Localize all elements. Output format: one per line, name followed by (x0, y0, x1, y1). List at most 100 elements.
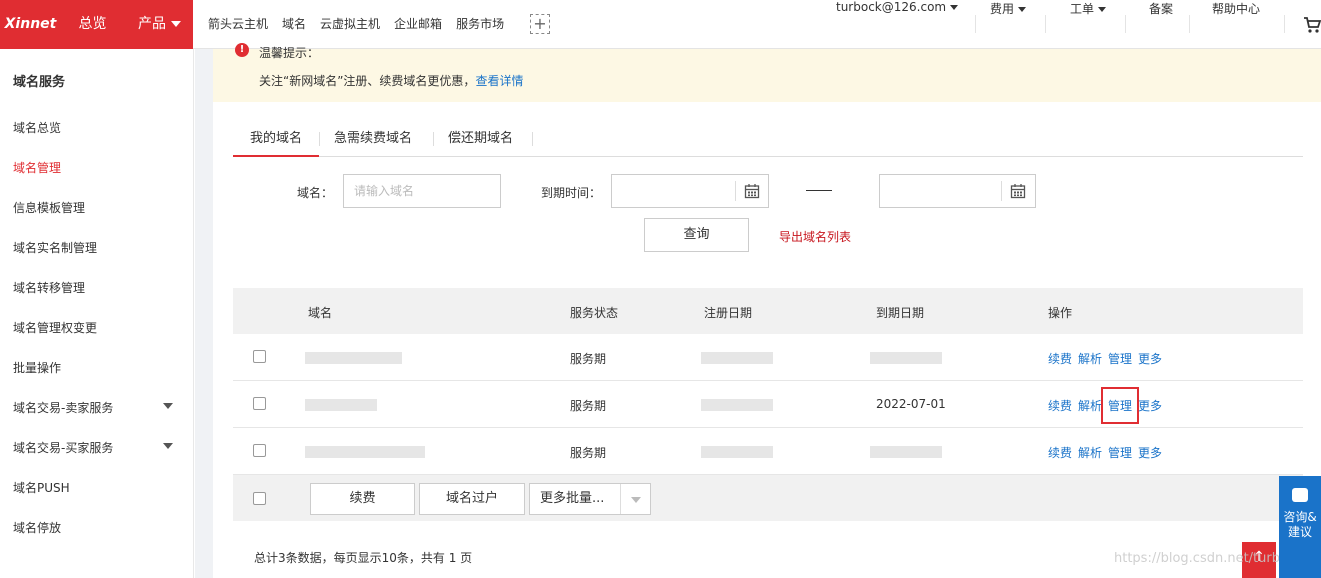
redacted-domain (305, 399, 377, 411)
divider (1045, 15, 1046, 33)
calendar-icon[interactable] (744, 183, 760, 199)
toplink-virtual-host[interactable]: 云虚拟主机 (320, 17, 380, 31)
nav-products-menu[interactable]: 产品 (124, 0, 193, 49)
sidebar-title: 域名服务 (13, 75, 66, 90)
bulk-actions-bar: 续费 域名过户 更多批量... (233, 475, 1303, 521)
more-link[interactable]: 更多 (1138, 350, 1162, 367)
dns-link[interactable]: 解析 (1078, 350, 1102, 367)
sidebar-item-domain-overview[interactable]: 域名总览 (13, 119, 183, 136)
chevron-down-icon (163, 403, 173, 409)
sidebar-item-transfer[interactable]: 域名转移管理 (13, 279, 183, 296)
nav-overview[interactable]: 总览 (61, 0, 124, 49)
tip-text: 关注“新网域名”注册、续费域名更优惠，查看详情 (259, 72, 523, 89)
dropdown-toggle[interactable] (620, 484, 650, 514)
watermark: https://blog.csdn.net/turbock (1114, 551, 1303, 566)
divider (532, 132, 533, 146)
tip-banner: ! 温馨提示： 关注“新网域名”注册、续费域名更优惠，查看详情 (213, 43, 1321, 102)
toplink-market[interactable]: 服务市场 (456, 17, 504, 31)
fees-menu[interactable]: 费用 (990, 0, 1027, 49)
divider (1125, 15, 1126, 33)
highlight-box (1101, 387, 1139, 424)
bulk-transfer-button[interactable]: 域名过户 (419, 483, 525, 515)
chevron-down-icon (950, 5, 959, 10)
chat-icon (1292, 488, 1308, 502)
warning-icon: ! (235, 43, 249, 57)
domain-search-input[interactable]: 请输入域名 (343, 174, 501, 208)
dns-link[interactable]: 解析 (1078, 397, 1102, 414)
help-center-link[interactable]: 帮助中心 (1212, 0, 1260, 49)
account-email: turbock@126.com (836, 0, 947, 14)
renew-link[interactable]: 续费 (1048, 397, 1072, 414)
column-header-reg-date: 注册日期 (704, 306, 753, 320)
divider (319, 132, 320, 146)
redacted-domain (305, 352, 402, 364)
sidebar-item-domain-management[interactable]: 域名管理 (13, 159, 183, 176)
redacted-domain (305, 446, 425, 458)
sidebar-item-real-name[interactable]: 域名实名制管理 (13, 239, 183, 256)
tab-renew-urgent[interactable]: 急需续费域名 (334, 122, 412, 157)
chevron-down-icon (631, 497, 641, 503)
top-navbar: Xinnet 总览 产品 箭头云主机 域名 云虚拟主机 企业邮箱 服务市场 + turb… (0, 0, 1321, 49)
divider (735, 181, 736, 201)
consult-feedback-button[interactable]: 咨询&建议 (1279, 476, 1321, 578)
expire-end-date-input[interactable] (879, 174, 1036, 208)
row-checkbox[interactable] (253, 397, 266, 410)
bulk-renew-button[interactable]: 续费 (310, 483, 415, 515)
more-link[interactable]: 更多 (1138, 444, 1162, 461)
row-status: 服务期 (570, 352, 607, 366)
column-header-actions: 操作 (1048, 306, 1073, 320)
account-menu[interactable]: turbock@126.com (836, 0, 959, 49)
table-row: 服务期 2022-07-01 续费 解析 管理 更多 (233, 381, 1303, 428)
export-domain-list-link[interactable]: 导出域名列表 (779, 228, 851, 245)
expire-start-date-input[interactable] (611, 174, 769, 208)
cart-icon[interactable] (1303, 16, 1321, 34)
row-checkbox[interactable] (253, 444, 266, 457)
toplink-cloud-host[interactable]: 箭头云主机 (208, 17, 268, 31)
more-bulk-dropdown[interactable]: 更多批量... (529, 483, 651, 515)
domain-filter-label: 域名： (297, 186, 334, 200)
toplink-email[interactable]: 企业邮箱 (394, 17, 442, 31)
pagination-summary: 总计3条数据，每页显示10条，共有 1 页 (254, 551, 473, 565)
expire-filter-label: 到期时间： (541, 186, 602, 200)
manage-link[interactable]: 管理 (1108, 350, 1132, 367)
manage-link[interactable]: 管理 (1108, 444, 1132, 461)
sidebar-item-info-templates[interactable]: 信息模板管理 (13, 199, 183, 216)
table-row: 服务期 续费 解析 管理 更多 (233, 428, 1303, 475)
sidebar-item-seller[interactable]: 域名交易-卖家服务 (13, 399, 183, 416)
row-status: 服务期 (570, 399, 607, 413)
sidebar-item-label: 域名交易-卖家服务 (13, 401, 114, 415)
more-link[interactable]: 更多 (1138, 397, 1162, 414)
brand-logo[interactable]: Xinnet (0, 0, 61, 49)
sidebar-item-buyer[interactable]: 域名交易-买家服务 (13, 439, 183, 456)
tip-title: 温馨提示： (259, 46, 320, 60)
more-bulk-label: 更多批量... (540, 491, 605, 506)
filing-link[interactable]: 备案 (1149, 0, 1173, 49)
redacted-reg-date (701, 399, 773, 411)
content-gutter (195, 49, 213, 578)
chevron-down-icon (171, 21, 181, 27)
add-shortcut-button[interactable]: + (530, 14, 550, 34)
sidebar-item-push[interactable]: 域名PUSH (13, 479, 183, 496)
sidebar-item-ownership-change[interactable]: 域名管理权变更 (13, 319, 183, 336)
view-details-link[interactable]: 查看详情 (475, 74, 523, 88)
column-header-domain: 域名 (308, 306, 333, 320)
renew-link[interactable]: 续费 (1048, 444, 1072, 461)
toplink-domain[interactable]: 域名 (282, 17, 306, 31)
sidebar-item-parking[interactable]: 域名停放 (13, 519, 183, 536)
sidebar-item-label: 域名交易-买家服务 (13, 441, 114, 455)
redacted-reg-date (701, 446, 773, 458)
tab-my-domains[interactable]: 我的域名 (233, 122, 319, 157)
divider (433, 132, 434, 146)
tickets-menu[interactable]: 工单 (1070, 0, 1107, 49)
query-button[interactable]: 查询 (644, 218, 749, 252)
sidebar-item-batch[interactable]: 批量操作 (13, 359, 183, 376)
table-header: 域名 服务状态 注册日期 到期日期 操作 (233, 288, 1303, 334)
calendar-icon[interactable] (1010, 183, 1026, 199)
consult-label: 咨询&建议 (1283, 510, 1317, 539)
tab-redemption[interactable]: 偿还期域名 (448, 122, 513, 157)
renew-link[interactable]: 续费 (1048, 350, 1072, 367)
select-all-checkbox[interactable] (253, 492, 266, 505)
dns-link[interactable]: 解析 (1078, 444, 1102, 461)
tip-message: 关注“新网域名”注册、续费域名更优惠， (259, 74, 476, 88)
row-checkbox[interactable] (253, 350, 266, 363)
